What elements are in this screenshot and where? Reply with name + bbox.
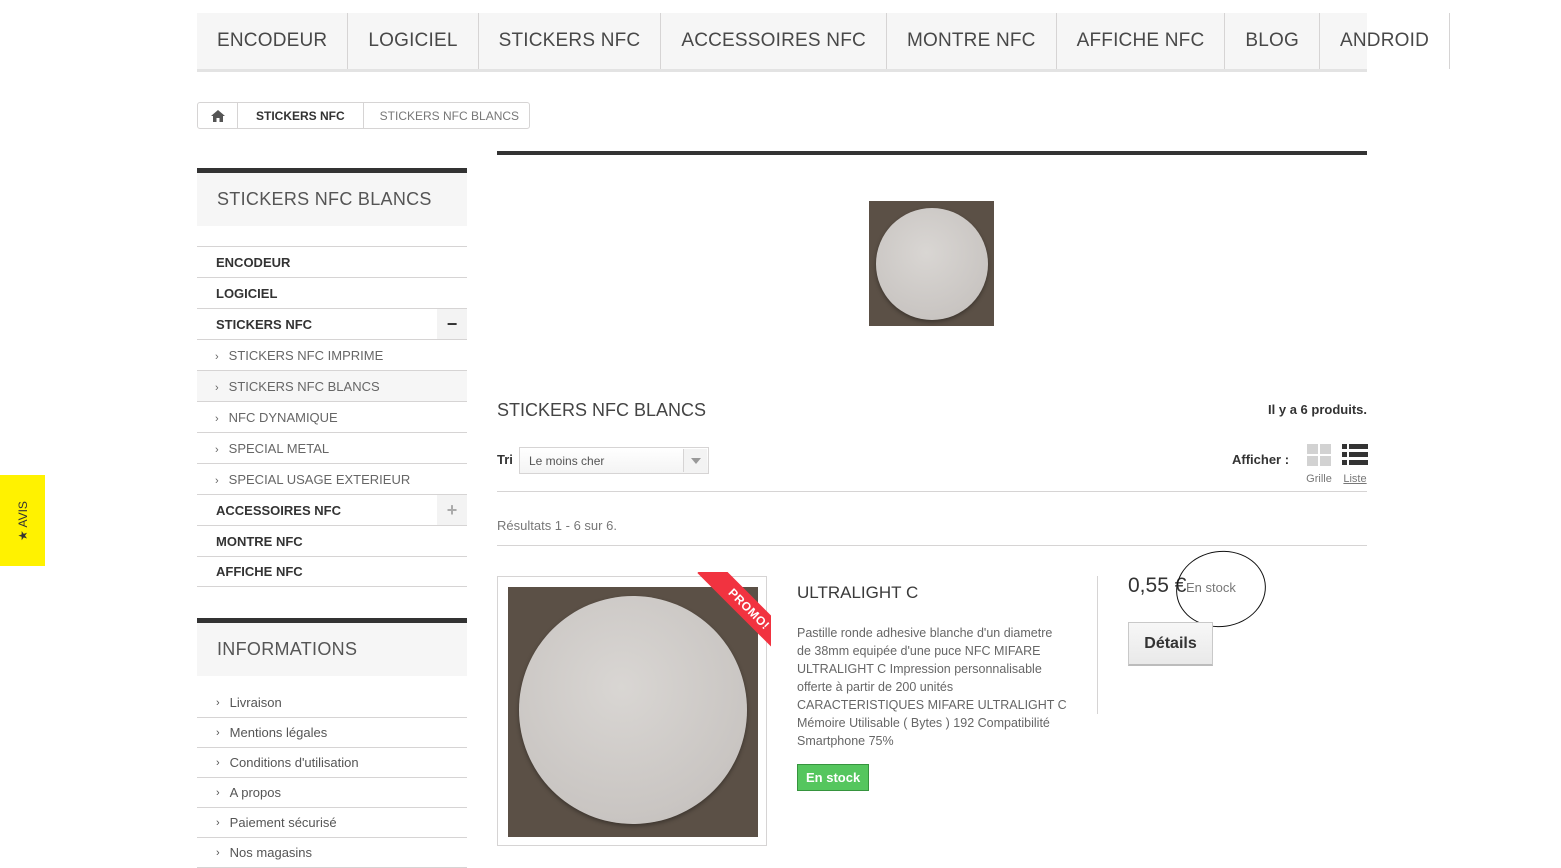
sidebar-item-label: ENCODEUR (216, 254, 291, 270)
view-list-button[interactable]: Liste (1340, 444, 1370, 485)
category-image (869, 201, 994, 326)
nav-item-logiciel[interactable]: LOGICIEL (348, 13, 479, 69)
view-grid-label: Grille (1306, 473, 1332, 485)
nav-item-stickers-nfc[interactable]: STICKERS NFC (479, 13, 662, 69)
info-link-a-propos[interactable]: › A propos (197, 778, 467, 808)
nav-item-accessoires-nfc[interactable]: ACCESSOIRES NFC (661, 13, 887, 69)
sidebar-item-accessoires-nfc[interactable]: ACCESSOIRES NFC + (197, 494, 467, 525)
product-description: Pastille ronde adhesive blanche d'un dia… (797, 626, 1067, 748)
details-button[interactable]: Détails (1128, 622, 1213, 666)
sidebar-item-label: MONTRE NFC (216, 533, 303, 549)
info-link-label: A propos (229, 785, 281, 800)
breadcrumb-category[interactable]: STICKERS NFC (238, 103, 364, 128)
sidebar-item-stickers-nfc[interactable]: STICKERS NFC − (197, 308, 467, 339)
collapse-icon[interactable]: − (437, 309, 467, 339)
chevron-right-icon: › (216, 816, 220, 829)
nav-item-blog[interactable]: BLOG (1225, 13, 1321, 69)
sidebar-category-title: STICKERS NFC BLANCS (197, 168, 467, 226)
nav-item-android[interactable]: ANDROID (1320, 13, 1451, 69)
view-list-label: Liste (1343, 473, 1367, 485)
sidebar-item-label: LOGICIEL (216, 285, 278, 301)
chevron-right-icon: › (215, 443, 219, 456)
sticker-disc-image (875, 207, 988, 320)
sidebar-info-list: › Livraison › Mentions légales › Conditions… (197, 688, 467, 868)
sidebar-category-list: ENCODEUR LOGICIEL STICKERS NFC − › STICKE… (197, 246, 467, 587)
chevron-down-icon (683, 449, 707, 472)
stock-badge: En stock (797, 764, 870, 791)
info-link-label: Mentions légales (229, 725, 328, 740)
top-navigation: ENCODEUR LOGICIEL STICKERS NFC ACCESSOIR… (197, 13, 1451, 72)
content-top-bar (497, 151, 1367, 155)
view-grid-button[interactable]: Grille (1304, 444, 1334, 485)
list-icon (1342, 444, 1368, 465)
sidebar-item-encodeur[interactable]: ENCODEUR (197, 246, 467, 277)
info-link-label: Conditions d'utilisation (229, 755, 359, 770)
divider (1097, 576, 1098, 714)
info-link-label: Paiement sécurisé (229, 815, 337, 830)
sort-select-value: Le moins cher (529, 453, 605, 468)
avis-tab[interactable]: ★ AVIS (0, 475, 45, 566)
product-name[interactable]: ULTRALIGHT C (797, 583, 918, 603)
sidebar-info-title: INFORMATIONS (197, 618, 467, 676)
sidebar-subitem-stickers-nfc-blancs[interactable]: › STICKERS NFC BLANCS (197, 370, 467, 401)
grid-icon (1307, 444, 1331, 466)
avis-label: ★ AVIS (15, 500, 30, 541)
info-link-mentions-legales[interactable]: › Mentions légales (197, 718, 467, 748)
view-label: Afficher : (1232, 452, 1290, 467)
divider (497, 491, 1367, 492)
chevron-right-icon: › (215, 381, 219, 394)
sort-label: Tri (497, 452, 513, 467)
chevron-right-icon: › (216, 726, 220, 739)
chevron-right-icon: › (216, 786, 220, 799)
breadcrumb: STICKERS NFC STICKERS NFC BLANCS (197, 102, 531, 129)
chevron-right-icon: › (215, 412, 219, 425)
info-link-label: Nos magasins (229, 845, 313, 860)
home-icon (210, 109, 225, 122)
sidebar-item-label: AFFICHE NFC (216, 564, 303, 579)
chevron-right-icon: › (215, 474, 219, 487)
sidebar-item-affiche-nfc[interactable]: AFFICHE NFC (197, 556, 467, 587)
category-title: STICKERS NFC BLANCS (497, 400, 707, 420)
sort-select[interactable]: Le moins cher (519, 447, 709, 474)
divider (497, 545, 1367, 546)
chevron-right-icon: › (216, 696, 220, 709)
info-link-livraison[interactable]: › Livraison (197, 688, 467, 718)
sidebar-subitem-nfc-dynamique[interactable]: › NFC DYNAMIQUE (197, 401, 467, 432)
nav-item-encodeur[interactable]: ENCODEUR (197, 13, 349, 69)
breadcrumb-home[interactable] (198, 103, 238, 128)
sidebar-item-label: SPECIAL METAL (228, 440, 330, 456)
sidebar-subitem-special-metal[interactable]: › SPECIAL METAL (197, 432, 467, 463)
sidebar-subitem-stickers-nfc-imprime[interactable]: › STICKERS NFC IMPRIME (197, 339, 467, 370)
hand-drawn-circle-annotation (1171, 545, 1271, 633)
nav-item-montre-nfc[interactable]: MONTRE NFC (887, 13, 1057, 69)
sidebar-item-label: ACCESSOIRES NFC (216, 502, 341, 518)
results-summary: Résultats 1 - 6 sur 6. (497, 518, 617, 533)
promo-label: PROMO! (697, 572, 771, 660)
sidebar-item-montre-nfc[interactable]: MONTRE NFC (197, 525, 467, 556)
nav-item-affiche-nfc[interactable]: AFFICHE NFC (1057, 13, 1226, 69)
sidebar-item-logiciel[interactable]: LOGICIEL (197, 277, 467, 308)
sidebar-item-label: STICKERS NFC (216, 316, 313, 332)
sidebar-item-label: STICKERS NFC IMPRIME (228, 347, 384, 363)
sidebar-item-label: NFC DYNAMIQUE (228, 409, 338, 425)
sidebar-item-label: SPECIAL USAGE EXTERIEUR (228, 471, 411, 487)
chevron-right-icon: › (216, 846, 220, 859)
info-link-paiement[interactable]: › Paiement sécurisé (197, 808, 467, 838)
sidebar-item-label: STICKERS NFC BLANCS (228, 378, 380, 394)
promo-ribbon: PROMO! (683, 572, 771, 660)
sidebar-subitem-special-usage-exterieur[interactable]: › SPECIAL USAGE EXTERIEUR (197, 463, 467, 494)
info-link-label: Livraison (229, 695, 282, 710)
chevron-right-icon: › (216, 756, 220, 769)
info-link-conditions[interactable]: › Conditions d'utilisation (197, 748, 467, 778)
expand-icon[interactable]: + (437, 495, 467, 525)
breadcrumb-current: STICKERS NFC BLANCS (379, 108, 520, 123)
info-link-magasins[interactable]: › Nos magasins (197, 838, 467, 868)
chevron-right-icon: › (215, 350, 219, 363)
product-count: Il y a 6 produits. (1268, 402, 1367, 417)
